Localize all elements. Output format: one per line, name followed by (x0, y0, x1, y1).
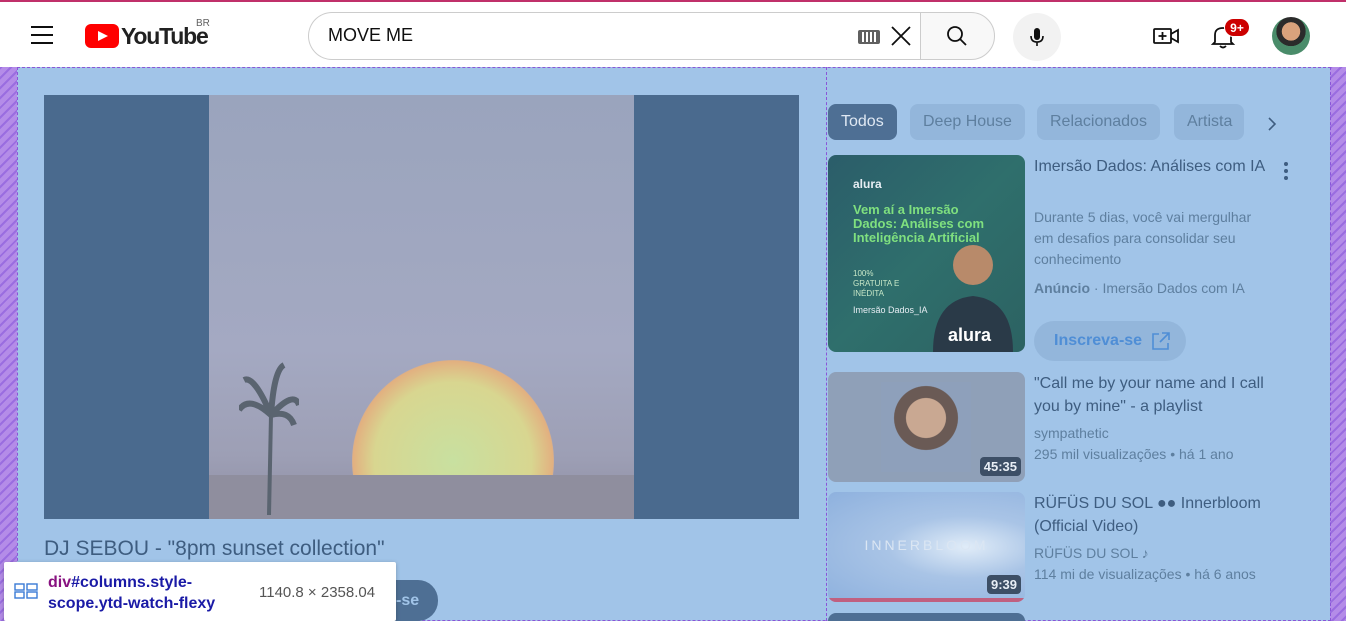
video-card-title[interactable]: RÜFÜS DU SOL ●● Innerbloom (Official Vid… (1034, 492, 1279, 538)
clear-icon[interactable] (889, 24, 913, 48)
meta-separator: • (1170, 446, 1179, 462)
video-thumbnail[interactable]: 45:35 (828, 372, 1025, 482)
video-stats: 295 mil visualizações • há 1 ano (1034, 444, 1233, 465)
account-avatar[interactable] (1272, 17, 1310, 55)
thumbnail-image (881, 382, 971, 472)
search-button[interactable] (920, 12, 995, 60)
meta-separator: • (1185, 566, 1195, 582)
chip-relacionados[interactable]: Relacionados (1037, 104, 1160, 140)
chip-todos[interactable]: Todos (828, 104, 897, 140)
grid-layout-icon (14, 583, 38, 599)
upload-age: há 6 anos (1194, 566, 1256, 582)
menu-icon[interactable] (31, 26, 53, 44)
logo-text: YouTube (121, 22, 209, 49)
youtube-play-icon (85, 24, 119, 48)
more-options-icon[interactable] (1283, 161, 1289, 181)
upload-age: há 1 ano (1178, 446, 1234, 462)
column-divider (826, 67, 827, 621)
duration-badge: 9:39 (986, 575, 1021, 594)
element-selector: div#columns.style-scope.ytd-watch-flexy (48, 572, 248, 614)
ad-advertiser: Imersão Dados com IA (1102, 280, 1245, 296)
video-stats: 114 mi de visualizações • há 6 anos (1034, 564, 1256, 585)
video-player[interactable] (44, 95, 799, 519)
margin-hatch-right (1330, 67, 1346, 621)
ad-title[interactable]: Imersão Dados: Análises com IA (1034, 155, 1274, 178)
chip-deep-house[interactable]: Deep House (910, 104, 1025, 140)
ad-cta-button[interactable]: Inscreva-se (1034, 321, 1186, 361)
video-thumbnail[interactable]: INNERBLOOM 9:39 (828, 492, 1025, 602)
thumbnail-text: INNERBLOOM (864, 537, 989, 553)
ad-thumbnail[interactable]: alura Vem aí a Imersão Dados: Análises c… (828, 155, 1025, 352)
chip-artista[interactable]: Artista (1174, 104, 1244, 140)
channel-name[interactable]: sympathetic (1034, 423, 1109, 444)
ad-shirt-text: alura (948, 325, 992, 345)
next-video-thumbnail[interactable] (828, 613, 1025, 621)
ad-footer: Imersão Dados_IA (853, 305, 928, 315)
devtools-inspector-tooltip: div#columns.style-scope.ytd-watch-flexy … (4, 562, 396, 621)
external-link-icon (1152, 332, 1170, 350)
keyboard-icon[interactable] (858, 30, 880, 44)
masthead: YouTube BR 9+ (0, 0, 1346, 67)
microphone-icon (1030, 28, 1044, 46)
search-icon (947, 26, 967, 46)
related-video-card[interactable]: 45:35 "Call me by your name and I call y… (828, 372, 1298, 482)
search-box (308, 12, 920, 60)
related-video-card[interactable]: INNERBLOOM 9:39 RÜFÜS DU SOL ●● Innerblo… (828, 492, 1298, 602)
element-size: 1140.8 × 2358.04 (259, 584, 376, 601)
video-title: DJ SEBOU - "8pm sunset collection" (44, 537, 385, 560)
video-frame (209, 95, 634, 519)
ad-meta: Anúncio · Imersão Dados com IA (1034, 278, 1245, 299)
video-card-title[interactable]: "Call me by your name and I call you by … (1034, 372, 1279, 418)
search-input[interactable] (328, 25, 828, 46)
channel-name[interactable]: RÜFÜS DU SOL (1034, 545, 1138, 561)
ad-description: Durante 5 dias, você vai mergulhar em de… (1034, 209, 1252, 267)
columns-highlight: DJ SEBOU - "8pm sunset collection" -se T… (0, 67, 1346, 621)
palm-tree-icon (239, 362, 299, 515)
region-code: BR (196, 18, 210, 29)
ad-brand: alura (853, 177, 882, 191)
view-count: 295 mil visualizações (1034, 446, 1167, 462)
chevron-right-icon[interactable] (1262, 114, 1282, 134)
ad-label: Anúncio (1034, 280, 1090, 296)
create-video-icon[interactable] (1152, 22, 1180, 50)
margin-hatch-left (0, 67, 17, 621)
notification-badge: 9+ (1224, 18, 1250, 37)
ad-cta-label: Inscreva-se (1054, 332, 1143, 349)
youtube-logo[interactable]: YouTube (85, 22, 209, 50)
element-tag: div (48, 574, 72, 591)
watch-progress-bar (828, 598, 1025, 602)
channel-row: RÜFÜS DU SOL ♪ (1034, 543, 1149, 564)
voice-search-button[interactable] (1013, 13, 1061, 61)
element-id-class: #columns.style-scope.ytd-watch-flexy (48, 574, 216, 612)
ad-tag: 100% GRATUITA E INÉDITA (853, 269, 900, 298)
music-note-icon: ♪ (1141, 545, 1149, 561)
duration-badge: 45:35 (979, 457, 1021, 476)
view-count: 114 mi de visualizações (1034, 566, 1182, 582)
